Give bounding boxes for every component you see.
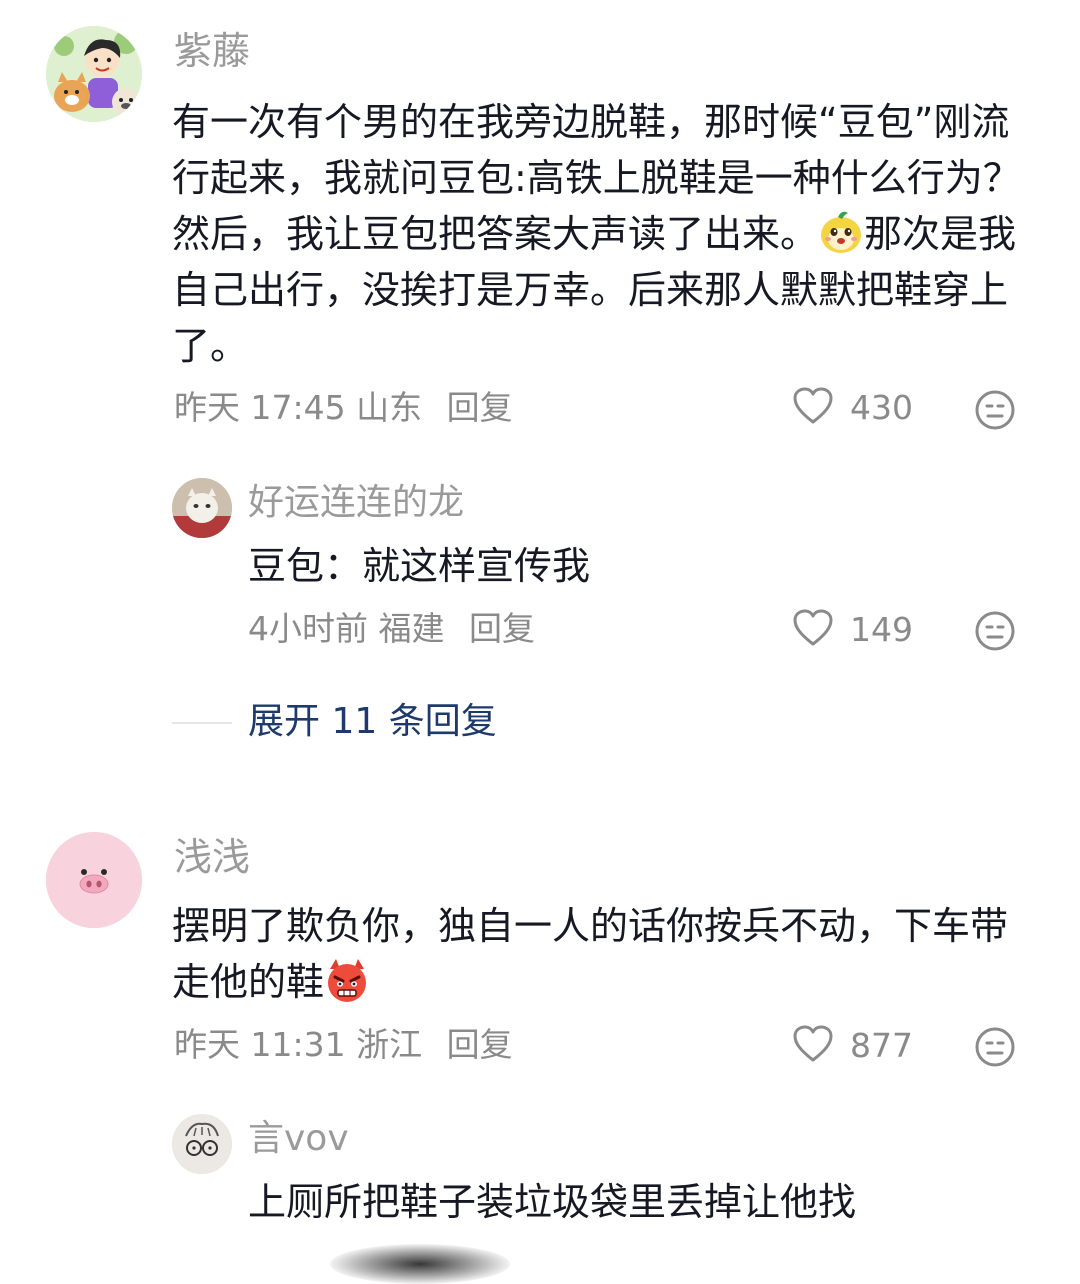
partial-content-shadow — [330, 1244, 510, 1284]
expand-divider — [172, 722, 232, 724]
like-button[interactable]: 430 — [792, 386, 913, 430]
like-count: 149 — [850, 610, 913, 649]
username[interactable]: 浅浅 — [174, 834, 250, 880]
reply-button[interactable]: 回复 — [447, 388, 513, 427]
avatar[interactable] — [172, 478, 232, 538]
comment-text-content: 摆明了欺负你，独自一人的话你按兵不动，下车带走他的鞋 — [172, 904, 1009, 1004]
angry-devil-emoji — [324, 957, 370, 1003]
comment-text: 有一次有个男的在我旁边脱鞋，那时候“豆包”刚流行起来，我就问豆包:高铁上脱鞋是一… — [172, 94, 1032, 374]
reply-time: 4小时前 — [248, 609, 368, 648]
heart-outline-icon[interactable] — [792, 608, 834, 652]
avatar[interactable] — [172, 1114, 232, 1174]
doubao-mascot-emoji — [818, 209, 864, 255]
expand-replies-button[interactable]: 展开 11 条回复 — [248, 700, 497, 744]
reply-text: 豆包：就这样宣传我 — [248, 544, 591, 588]
comment-meta: 昨天 17:45 山东 回复 — [174, 388, 513, 428]
username[interactable]: 好运连连的龙 — [248, 480, 464, 526]
reply-button[interactable]: 回复 — [469, 609, 535, 648]
comment-meta: 昨天 11:31 浙江 回复 — [174, 1025, 513, 1065]
neutral-face-icon[interactable] — [974, 610, 1016, 652]
reply-meta: 4小时前 福建 回复 — [248, 609, 535, 649]
like-button[interactable]: 149 — [792, 608, 913, 652]
comment-location: 山东 — [356, 388, 423, 427]
comment-text: 摆明了欺负你，独自一人的话你按兵不动，下车带走他的鞋 — [172, 898, 1032, 1010]
neutral-face-icon[interactable] — [974, 1026, 1016, 1068]
avatar[interactable] — [46, 832, 142, 928]
like-button[interactable]: 877 — [792, 1024, 913, 1068]
comment-time: 昨天 11:31 — [174, 1025, 346, 1064]
avatar[interactable] — [46, 26, 142, 122]
reply-button[interactable]: 回复 — [447, 1025, 513, 1064]
neutral-face-icon[interactable] — [974, 389, 1016, 431]
reply-text: 上厕所把鞋子装垃圾袋里丢掉让他找 — [248, 1180, 857, 1224]
like-count: 877 — [850, 1026, 913, 1065]
reply-location: 福建 — [378, 609, 445, 648]
heart-outline-icon[interactable] — [792, 386, 834, 430]
heart-outline-icon[interactable] — [792, 1024, 834, 1068]
comment-location: 浙江 — [356, 1025, 423, 1064]
comment-time: 昨天 17:45 — [174, 388, 346, 427]
like-count: 430 — [850, 388, 913, 427]
username[interactable]: 紫藤 — [174, 28, 250, 74]
username[interactable]: 言vov — [248, 1116, 349, 1162]
